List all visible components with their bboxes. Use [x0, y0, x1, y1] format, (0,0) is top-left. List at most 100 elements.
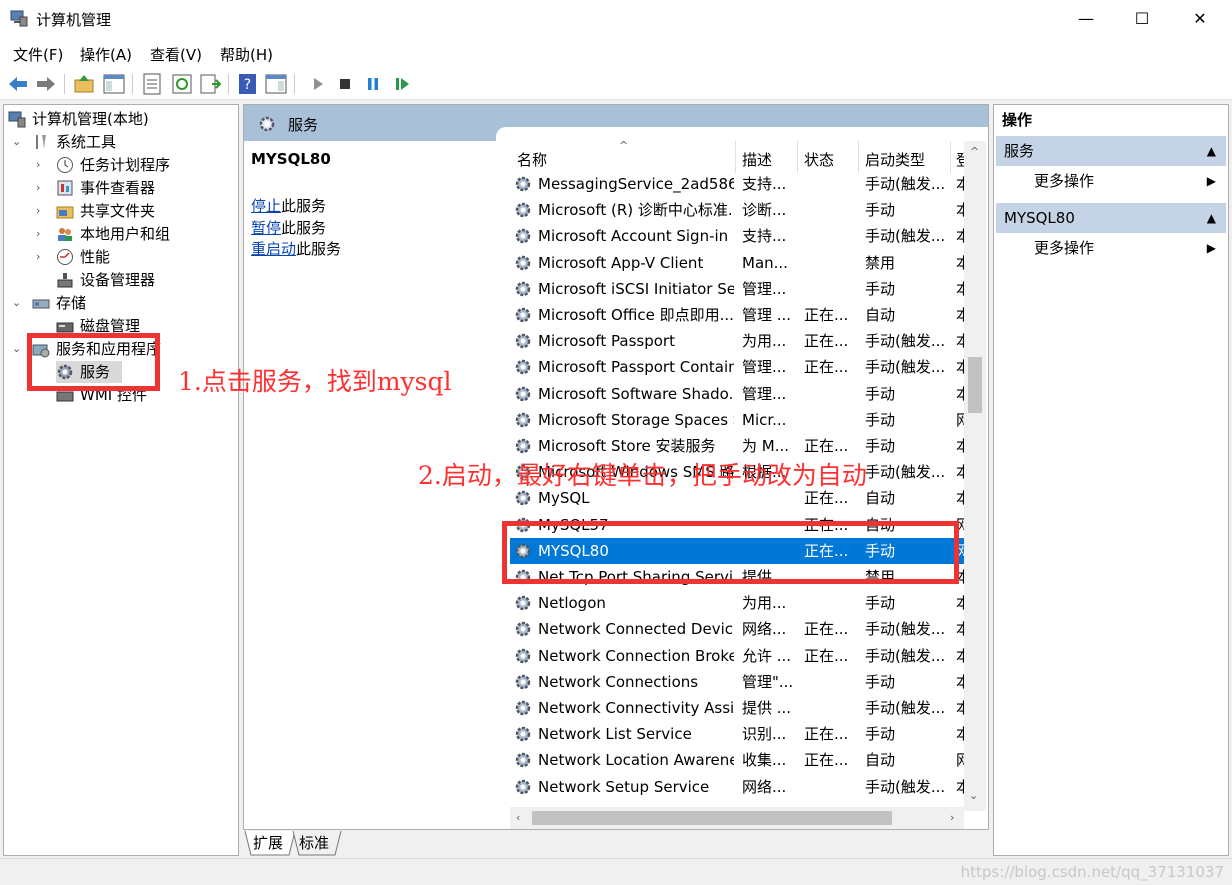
- collapse-up-icon[interactable]: ▲: [1207, 136, 1216, 166]
- action-suffix: 此服务: [281, 197, 327, 215]
- column-separator[interactable]: [797, 141, 798, 173]
- service-row[interactable]: Network Location Awarene... 收集... 正在... 自动网: [510, 747, 970, 773]
- service-startup-type: 手动: [865, 725, 896, 744]
- start-service-icon[interactable]: [306, 72, 330, 96]
- column-header-name[interactable]: 名称: [517, 147, 547, 173]
- service-row[interactable]: Microsoft App-V Client Man... 禁用本: [510, 250, 970, 276]
- service-row[interactable]: Network Connection Broker 允许 ... 正在... 手动(触…: [510, 643, 970, 669]
- service-row[interactable]: Microsoft Storage Spaces S...Micr...手动网: [510, 407, 970, 433]
- service-description: 管理...: [742, 358, 787, 377]
- expand-chevron-icon[interactable]: ⌄: [12, 131, 21, 153]
- tree-item-label: 任务计划程序: [80, 156, 171, 174]
- expand-chevron-icon[interactable]: ⌄: [12, 338, 21, 360]
- service-status: 正在...: [804, 306, 849, 324]
- list-tab-shape: [496, 127, 988, 141]
- menu-view[interactable]: 查看(V): [150, 44, 202, 65]
- collapsed-chevron-icon[interactable]: ›: [36, 200, 40, 222]
- horizontal-scrollbar[interactable]: ‹ ›: [510, 807, 964, 829]
- more-actions-mysql80[interactable]: 更多操作 ▶: [1034, 233, 1224, 263]
- minimize-button[interactable]: —: [1058, 0, 1114, 38]
- maximize-button[interactable]: ☐: [1114, 0, 1170, 38]
- service-row[interactable]: MessagingService_2ad5862 支持... 手动(触发... 本: [510, 171, 970, 197]
- close-button[interactable]: ✕: [1172, 0, 1228, 38]
- pause-service-link[interactable]: 暂停: [251, 219, 281, 237]
- column-header-description[interactable]: 描述: [742, 147, 772, 173]
- collapsed-chevron-icon[interactable]: ›: [36, 246, 40, 268]
- service-row[interactable]: Network List Service 识别... 正在... 手动本: [510, 721, 970, 747]
- service-description: 管理...: [742, 279, 787, 298]
- vertical-scrollbar[interactable]: ^ ⌄: [964, 141, 986, 811]
- service-startup-type: 禁用: [865, 253, 896, 272]
- more-actions-services[interactable]: 更多操作 ▶: [1034, 166, 1224, 196]
- service-description: 网络...: [742, 620, 787, 639]
- service-row[interactable]: Microsoft Account Sign-in ... 支持... 手动(触发.…: [510, 223, 970, 249]
- column-separator[interactable]: [950, 141, 951, 173]
- stop-service-icon[interactable]: [333, 72, 357, 96]
- menu-help[interactable]: 帮助(H): [220, 44, 273, 65]
- service-startup-type: 自动: [865, 489, 896, 508]
- forward-icon[interactable]: [34, 72, 58, 96]
- scroll-down-icon[interactable]: ⌄: [969, 789, 978, 802]
- service-row[interactable]: Microsoft (R) 诊断中心标准... 诊断... 手动本: [510, 197, 970, 223]
- service-row[interactable]: Network Connectivity Assis... 提供 ... 手动(触发…: [510, 695, 970, 721]
- service-name: Microsoft Passport Container: [538, 358, 734, 377]
- service-status: 正在...: [804, 751, 849, 770]
- service-row[interactable]: Microsoft Office 即点即用... 管理 ... 正在... 自动本: [510, 302, 970, 328]
- pause-service-icon[interactable]: [361, 72, 385, 96]
- scrollbar-thumb[interactable]: [532, 811, 892, 825]
- service-name: Microsoft App-V Client: [538, 253, 704, 272]
- service-startup-type: 手动(触发...: [865, 646, 946, 665]
- service-row[interactable]: Network Setup Service 网络... 手动(触发... 本: [510, 774, 970, 800]
- expand-chevron-icon[interactable]: ⌄: [12, 292, 21, 314]
- stop-service-link[interactable]: 停止: [251, 197, 281, 215]
- service-description: 为用...: [742, 332, 787, 351]
- service-row[interactable]: Microsoft Software Shado... 管理... 手动本: [510, 381, 970, 407]
- collapsed-chevron-icon[interactable]: ›: [36, 154, 40, 176]
- service-row[interactable]: Network Connected Devic... 网络... 正在... 手动(触…: [510, 616, 970, 642]
- column-header-startup-type[interactable]: 启动类型: [865, 147, 925, 173]
- menu-file[interactable]: 文件(F): [13, 44, 63, 65]
- service-row[interactable]: Microsoft iSCSI Initiator Ser... 管理... 手动本: [510, 276, 970, 302]
- service-description: 识别...: [742, 725, 787, 744]
- service-description: 管理...: [742, 384, 787, 403]
- collapse-up-icon[interactable]: ▲: [1207, 203, 1216, 233]
- tab-standard[interactable]: 标准: [291, 830, 337, 856]
- back-icon[interactable]: [6, 72, 30, 96]
- service-description: 诊断...: [742, 201, 787, 220]
- up-folder-icon[interactable]: [72, 72, 96, 96]
- menu-action[interactable]: 操作(A): [80, 44, 132, 65]
- scroll-right-icon[interactable]: ›: [950, 811, 954, 824]
- actions-section-services[interactable]: 服务 ▲: [996, 136, 1226, 166]
- column-header-status[interactable]: 状态: [804, 147, 834, 173]
- restart-service-icon[interactable]: [390, 72, 414, 96]
- console-tree: 计算机管理(本地) ⌄ 系统工具 › 任务计划程序 › 事件查看器 › 共享文件…: [3, 104, 239, 856]
- service-row[interactable]: Microsoft Passport 为用... 正在... 手动(触发... 本: [510, 328, 970, 354]
- service-startup-type: 手动: [865, 201, 896, 220]
- column-separator[interactable]: [858, 141, 859, 173]
- properties-icon[interactable]: [140, 72, 164, 96]
- restart-service-link[interactable]: 重启动: [251, 240, 296, 258]
- scroll-left-icon[interactable]: ‹: [516, 811, 520, 824]
- refresh-icon[interactable]: [170, 72, 194, 96]
- collapsed-chevron-icon[interactable]: ›: [36, 223, 40, 245]
- service-startup-type: 手动(触发...: [865, 175, 946, 193]
- service-row[interactable]: Netlogon 为用... 手动本: [510, 590, 970, 616]
- scroll-up-icon[interactable]: ^: [970, 145, 979, 158]
- scrollbar-thumb[interactable]: [968, 357, 982, 413]
- actions-section-mysql80[interactable]: MYSQL80 ▲: [996, 203, 1226, 233]
- collapsed-chevron-icon[interactable]: ›: [36, 177, 40, 199]
- show-action-pane-icon[interactable]: [264, 72, 288, 96]
- service-row[interactable]: Network Connections 管理"... 手动本: [510, 669, 970, 695]
- show-hide-console-tree-icon[interactable]: [102, 72, 126, 96]
- restart-service-action: 重启动此服务: [251, 238, 341, 259]
- more-actions-label: 更多操作: [1034, 172, 1095, 190]
- column-separator[interactable]: [735, 141, 736, 173]
- action-suffix: 此服务: [281, 219, 327, 237]
- tab-extended[interactable]: 扩展: [245, 830, 291, 856]
- help-icon[interactable]: ?: [236, 72, 260, 96]
- export-list-icon[interactable]: [198, 72, 222, 96]
- service-status: 正在...: [804, 620, 849, 639]
- svg-text:?: ?: [244, 77, 251, 93]
- toolbar-separator: [64, 74, 65, 94]
- service-row[interactable]: Microsoft Passport Container 管理... 正在... 手动…: [510, 354, 970, 380]
